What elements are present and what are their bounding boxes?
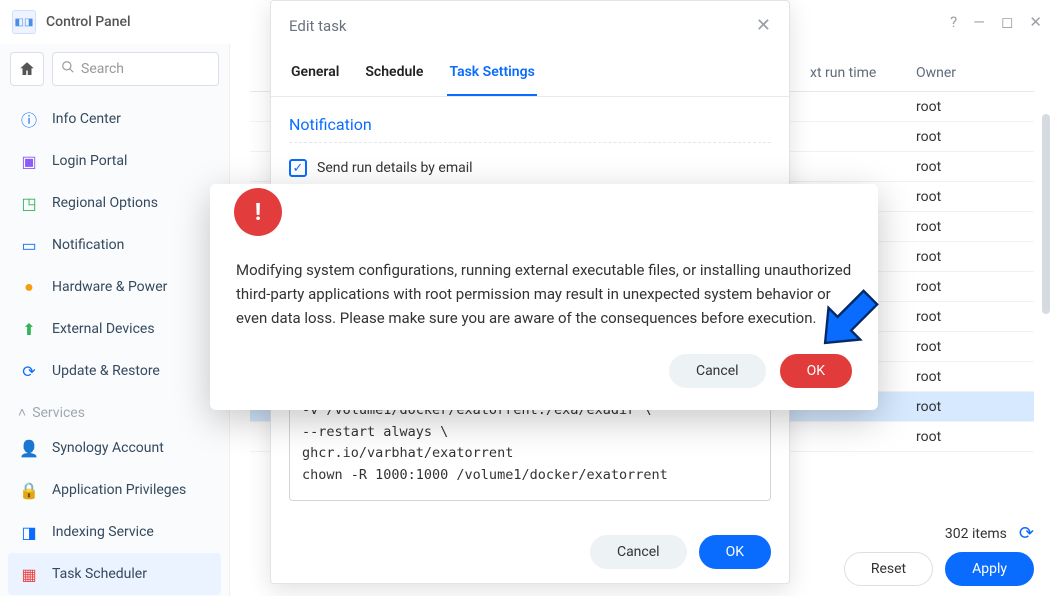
sidebar-item-label: Regional Options (52, 195, 158, 211)
sidebar-item-task-scheduler[interactable]: ▦ Task Scheduler (8, 553, 221, 595)
cell-owner: root (916, 309, 1034, 325)
callout-arrow-icon (810, 278, 890, 362)
sidebar-item-label: External Devices (52, 321, 155, 337)
edit-task-ok-button[interactable]: OK (699, 535, 771, 569)
section-label: Services (32, 405, 85, 421)
sidebar-item-label: Notification (52, 237, 124, 253)
sidebar-item-info-center[interactable]: ⓘ Info Center (8, 98, 221, 140)
sidebar-item-label: Hardware & Power (52, 279, 167, 295)
tab-general[interactable]: General (289, 50, 341, 96)
apply-button[interactable]: Apply (945, 552, 1034, 586)
tab-task-settings[interactable]: Task Settings (447, 50, 536, 96)
search-placeholder: Search (81, 61, 124, 77)
search-input[interactable]: Search (52, 52, 219, 86)
script-line: ghcr.io/varbhat/exatorrent (302, 443, 758, 465)
sidebar-item-login-portal[interactable]: ▣ Login Portal (8, 140, 221, 182)
script-line: --restart always \ (302, 422, 758, 444)
script-line: chown -R 1000:1000 /volume1/docker/exato… (302, 465, 758, 487)
sidebar: Search ⓘ Info Center ▣ Login Portal ◳ Regio… (0, 44, 230, 596)
edit-task-cancel-button[interactable]: Cancel (590, 535, 687, 569)
sidebar-item-label: Info Center (52, 111, 121, 127)
cell-owner: root (916, 99, 1034, 115)
info-icon: ⓘ (18, 108, 40, 130)
sidebar-item-hardware-power[interactable]: ● Hardware & Power (8, 266, 221, 308)
sidebar-item-application-privileges[interactable]: 🔒 Application Privileges (8, 469, 221, 511)
send-email-label: Send run details by email (317, 160, 473, 176)
cell-owner: root (916, 399, 1034, 415)
cell-owner: root (916, 339, 1034, 355)
sidebar-item-regional-options[interactable]: ◳ Regional Options (8, 182, 221, 224)
cell-owner: root (916, 159, 1034, 175)
sidebar-item-label: Task Scheduler (52, 566, 147, 582)
close-icon[interactable]: ✕ (756, 15, 771, 36)
cell-owner: root (916, 249, 1034, 265)
maximize-icon[interactable]: ◻ (1001, 13, 1013, 31)
lock-icon: 🔒 (18, 479, 40, 501)
notification-heading: Notification (289, 109, 771, 143)
app-icon (12, 10, 36, 34)
cell-owner: root (916, 279, 1034, 295)
cell-owner: root (916, 129, 1034, 145)
sidebar-item-update-restore[interactable]: ⟳ Update & Restore (8, 350, 221, 392)
sidebar-item-external-devices[interactable]: ⬆ External Devices (8, 308, 221, 350)
warning-text: Modifying system configurations, running… (236, 258, 852, 330)
sidebar-item-label: Update & Restore (52, 363, 160, 379)
sidebar-item-label: Login Portal (52, 153, 127, 169)
sidebar-item-label: Indexing Service (52, 524, 154, 540)
cell-owner: root (916, 369, 1034, 385)
chevron-up-icon: ˄ (18, 404, 26, 421)
index-icon: ◨ (18, 521, 40, 543)
cell-owner: root (916, 189, 1034, 205)
user-icon: 👤 (18, 437, 40, 459)
portal-icon: ▣ (18, 150, 40, 172)
window-title: Control Panel (46, 14, 131, 30)
help-icon[interactable]: ? (950, 13, 957, 31)
bulb-icon: ● (18, 276, 40, 298)
sidebar-item-indexing-service[interactable]: ◨ Indexing Service (8, 511, 221, 553)
sidebar-section-services[interactable]: ˄ Services (8, 392, 221, 427)
calendar-icon: ▦ (18, 563, 40, 585)
refresh-button[interactable]: ⟳ (1019, 523, 1034, 544)
minimize-icon[interactable]: — (973, 13, 985, 31)
sidebar-item-label: Synology Account (52, 440, 164, 456)
sidebar-item-label: Application Privileges (52, 482, 186, 498)
cell-owner: root (916, 429, 1034, 445)
home-button[interactable] (10, 52, 44, 86)
search-icon (61, 60, 75, 78)
chat-icon: ▭ (18, 234, 40, 256)
sidebar-item-synology-account[interactable]: 👤 Synology Account (8, 427, 221, 469)
tab-schedule[interactable]: Schedule (363, 50, 425, 96)
column-owner[interactable]: Owner (916, 65, 1034, 81)
close-icon[interactable]: ✕ (1029, 13, 1042, 31)
scrollbar[interactable] (1042, 114, 1050, 314)
upload-icon: ⬆ (18, 318, 40, 340)
item-count: 302 items (945, 526, 1007, 542)
warning-icon: ! (234, 188, 282, 236)
warning-modal: ! Modifying system configurations, runni… (210, 184, 878, 410)
cell-owner: root (916, 219, 1034, 235)
refresh-icon: ⟳ (18, 360, 40, 382)
globe-icon: ◳ (18, 192, 40, 214)
reset-button[interactable]: Reset (844, 552, 933, 586)
sidebar-item-notification[interactable]: ▭ Notification (8, 224, 221, 266)
warning-cancel-button[interactable]: Cancel (669, 354, 766, 388)
send-email-checkbox[interactable]: ✓ (289, 159, 307, 177)
modal-title: Edit task (289, 17, 347, 35)
